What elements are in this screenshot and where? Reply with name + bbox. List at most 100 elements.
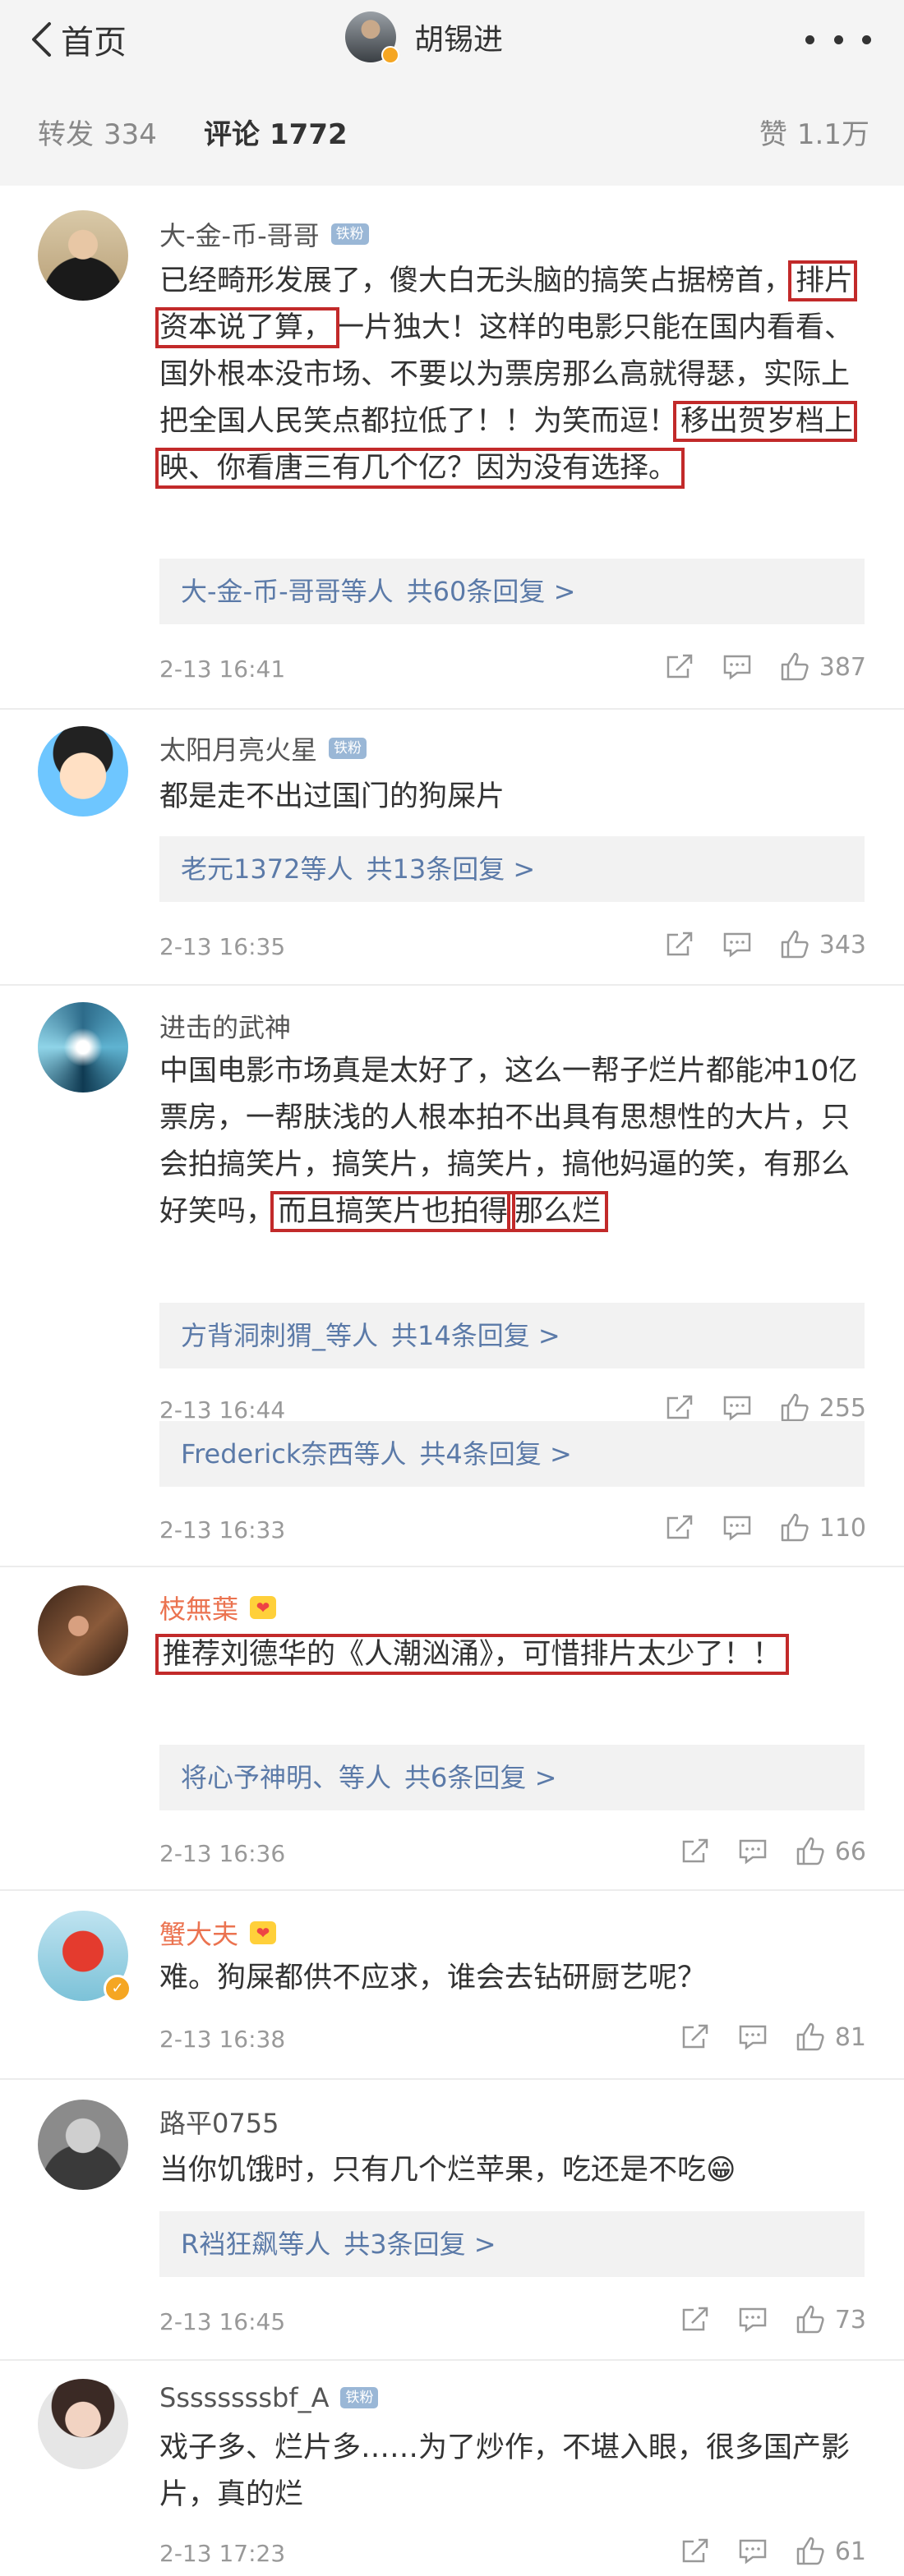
comment-actions: 387: [663, 651, 866, 683]
repost-button[interactable]: [679, 2535, 712, 2568]
highlight-box: 推荐刘德华的《人潮汹涌》，可惜排片太少了！！: [155, 1634, 789, 1675]
repost-button[interactable]: [663, 928, 696, 961]
comment-actions: 110: [663, 1511, 866, 1544]
highlight-box: 而且搞笑片也拍得: [270, 1191, 516, 1232]
comment-button[interactable]: [721, 651, 754, 683]
comment-text: 推荐刘德华的《人潮汹涌》，可惜排片太少了！！: [155, 1631, 866, 1678]
repost-icon: [682, 2538, 708, 2563]
divider: [0, 1566, 904, 1567]
comment-username[interactable]: 蟹大夫 ❤: [159, 1914, 277, 1952]
replies-link[interactable]: Frederick奈西等人 共4条回复 >: [159, 1421, 865, 1487]
fan-badge: 铁粉: [329, 738, 367, 759]
comment-username[interactable]: 进击的武神: [159, 1007, 291, 1045]
comment-meta: 2-13 17:23 61: [159, 2535, 866, 2571]
comment-button[interactable]: [721, 1511, 754, 1544]
comment-time: 2-13 16:35: [159, 933, 286, 960]
comment-button[interactable]: [721, 928, 754, 961]
comment-username[interactable]: 枝無葉 ❤: [159, 1589, 277, 1626]
heart-badge-icon: ❤: [250, 1921, 277, 1944]
avatar[interactable]: [38, 2100, 128, 2190]
author-name[interactable]: 胡锡进: [414, 16, 503, 58]
comment-text: 中国电影市场真是太好了，这么一帮子烂片都能冲10亿票房，一帮肤浅的人根本拍不出具…: [159, 1055, 858, 1232]
repost-button[interactable]: [679, 2021, 712, 2054]
comment-time: 2-13 16:44: [159, 1396, 286, 1424]
like-button[interactable]: 66: [794, 1835, 866, 1868]
highlight-box: 那么烂: [507, 1191, 609, 1232]
like-icon: [796, 2022, 824, 2051]
comment-actions: 66: [679, 1835, 866, 1868]
profile-header[interactable]: 胡锡进: [345, 12, 503, 64]
like-button[interactable]: 61: [794, 2535, 866, 2568]
like-button[interactable]: 110: [778, 1511, 866, 1544]
like-count: 110: [819, 1513, 866, 1543]
verified-badge-icon: [381, 46, 399, 64]
avatar[interactable]: [38, 210, 128, 301]
repost-button[interactable]: [679, 1835, 712, 1868]
repost-icon: [666, 1395, 692, 1419]
repost-button[interactable]: [663, 1392, 696, 1424]
top-bar: 首页 胡锡进: [0, 0, 904, 79]
comment-username[interactable]: 大-金-币-哥哥 铁粉: [159, 215, 369, 253]
comment-button[interactable]: [736, 1835, 769, 1868]
avatar[interactable]: [38, 2379, 128, 2469]
like-button[interactable]: 73: [794, 2303, 866, 2336]
tab-repost[interactable]: 转发 334: [38, 112, 157, 152]
replies-link[interactable]: 将心予神明、等人 共6条回复 >: [159, 1745, 865, 1810]
comment-meta: 2-13 16:33 110: [159, 1511, 866, 1548]
comment-meta: 2-13 16:38 81: [159, 2021, 866, 2057]
comment-button[interactable]: [736, 2021, 769, 2054]
like-count: 387: [819, 652, 866, 682]
tab-comments[interactable]: 评论 1772: [204, 112, 348, 152]
avatar[interactable]: [38, 726, 128, 816]
repost-button[interactable]: [663, 651, 696, 683]
avatar[interactable]: [38, 1002, 128, 1092]
like-button[interactable]: 343: [778, 928, 866, 961]
comment-icon: [723, 655, 750, 680]
comment-actions: 61: [679, 2535, 866, 2568]
like-icon: [781, 652, 809, 681]
replies-link[interactable]: R裆狂飙等人 共3条回复 >: [159, 2211, 865, 2277]
comment-text: 都是走不出过国门的狗屎片: [159, 780, 505, 813]
comment-icon: [739, 2539, 767, 2564]
back-button[interactable]: 首页: [30, 16, 127, 62]
comment-icon: [723, 932, 750, 958]
back-chevron-icon: [32, 22, 51, 57]
comment-username[interactable]: 路平0755: [159, 2103, 279, 2141]
comment-username[interactable]: Ssssssssbf_A 铁粉: [159, 2382, 379, 2413]
more-dots-icon: [805, 34, 814, 44]
tab-likes[interactable]: 赞 1.1万: [759, 112, 869, 152]
avatar[interactable]: [38, 1585, 128, 1676]
comment-text: 戏子多、烂片多……为了炒作，不堪入眼，很多国产影片，真的烂: [159, 2431, 851, 2511]
verified-badge-icon: ✓: [104, 1975, 131, 2003]
replies-link[interactable]: 大-金-币-哥哥等人 共60条回复 >: [159, 559, 865, 624]
divider: [0, 2359, 904, 2361]
like-count: 81: [834, 2022, 866, 2052]
comment-actions: 343: [663, 928, 866, 961]
divider: [0, 2078, 904, 2080]
comment-meta: 2-13 16:45 73: [159, 2303, 866, 2339]
repost-icon: [666, 654, 692, 678]
replies-link[interactable]: 方背洞刺猬_等人 共14条回复 >: [159, 1303, 865, 1368]
author-avatar[interactable]: [345, 12, 399, 64]
comment-icon: [739, 2307, 767, 2333]
comment-username[interactable]: 太阳月亮火星 铁粉: [159, 729, 367, 767]
replies-link[interactable]: 老元1372等人 共13条回复 >: [159, 836, 865, 902]
like-button[interactable]: 255: [778, 1392, 866, 1424]
like-icon: [796, 2537, 824, 2565]
more-options-button[interactable]: [805, 23, 871, 56]
comment-time: 2-13 16:36: [159, 1840, 286, 1867]
comment-button[interactable]: [736, 2303, 769, 2336]
repost-button[interactable]: [679, 2303, 712, 2336]
like-button[interactable]: 81: [794, 2021, 866, 2054]
repost-button[interactable]: [663, 1511, 696, 1544]
like-count: 66: [834, 1837, 866, 1866]
divider: [0, 1889, 904, 1891]
repost-icon: [682, 2024, 708, 2049]
fan-badge: 铁粉: [330, 223, 369, 245]
comment-button[interactable]: [736, 2535, 769, 2568]
comment-time: 2-13 17:23: [159, 2540, 286, 2567]
comment-time: 2-13 16:41: [159, 656, 286, 683]
like-button[interactable]: 387: [778, 651, 866, 683]
back-label: 首页: [61, 24, 127, 62]
comment-button[interactable]: [721, 1392, 754, 1424]
